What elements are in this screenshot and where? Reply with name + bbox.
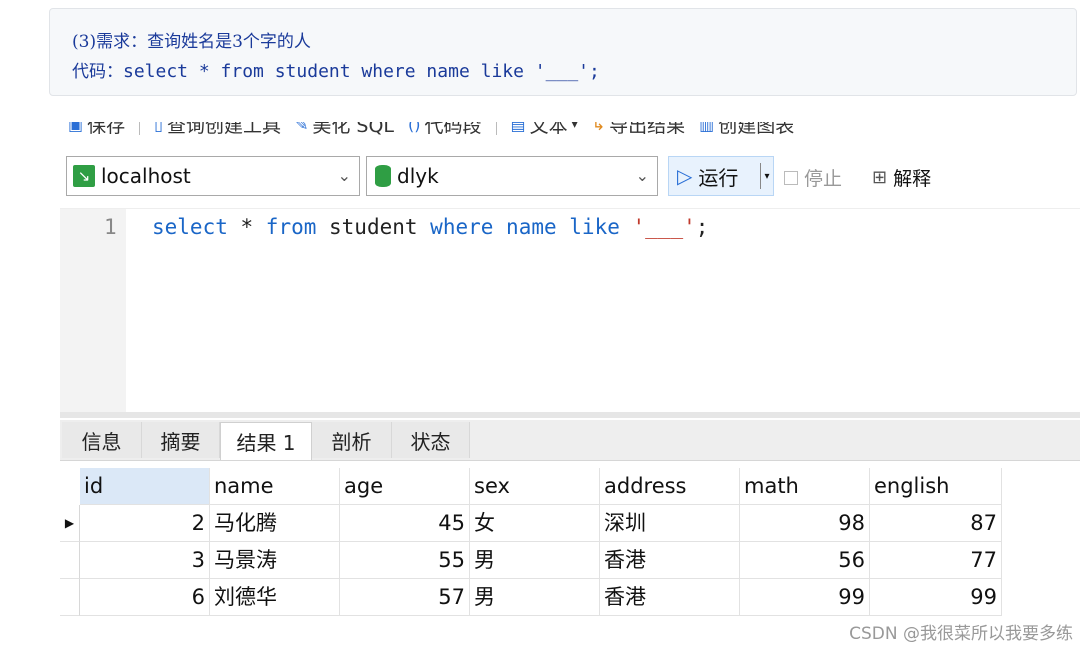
sql-token: '___' <box>632 215 696 239</box>
table-cell[interactable]: 香港 <box>600 542 740 579</box>
play-icon: ▷ <box>677 164 693 188</box>
table-cell[interactable]: 6 <box>80 579 210 616</box>
sql-token: from <box>265 215 317 239</box>
table-cell[interactable]: 刘德华 <box>210 579 340 616</box>
table-cell[interactable]: 57 <box>340 579 470 616</box>
connection-row: ↘ localhost ⌄ dlyk ⌄ ▷ 运行 ▾ 停止 ⊞ 解释 <box>60 156 1080 200</box>
column-header[interactable]: english <box>870 468 1002 505</box>
sql-editor[interactable]: 1 select * from student where name like … <box>60 208 1080 413</box>
row-indicator[interactable] <box>60 542 80 579</box>
column-header[interactable]: age <box>340 468 470 505</box>
document-icon: ▤ <box>510 122 526 134</box>
table-cell[interactable]: 女 <box>470 505 600 542</box>
code-text: select * from student where name like '_… <box>123 61 600 82</box>
tab-1[interactable]: 摘要 <box>142 422 220 458</box>
beautify-sql-button[interactable]: ✎ 美化 SQL <box>295 122 394 138</box>
explain-button[interactable]: ⊞ 解释 <box>872 164 931 191</box>
run-dropdown-button[interactable]: ▾ <box>760 163 773 189</box>
braces-icon: () <box>408 122 421 134</box>
stop-icon <box>784 170 798 185</box>
table-cell[interactable]: 99 <box>740 579 870 616</box>
connection-select[interactable]: ↘ localhost ⌄ <box>66 156 360 196</box>
sql-token: * <box>227 215 266 239</box>
chart-icon: ▥ <box>699 122 715 134</box>
editor-splitter[interactable] <box>60 412 1080 418</box>
chevron-down-icon: ⌄ <box>337 166 351 185</box>
sql-code-line[interactable]: select * from student where name like '_… <box>152 215 708 239</box>
table-cell[interactable]: 56 <box>740 542 870 579</box>
sql-token: like <box>569 215 620 239</box>
column-header[interactable]: address <box>600 468 740 505</box>
sql-token: student <box>316 215 431 239</box>
tab-2[interactable]: 结果 1 <box>220 422 312 460</box>
column-header[interactable]: sex <box>470 468 600 505</box>
table-cell[interactable]: 55 <box>340 542 470 579</box>
stop-button[interactable]: 停止 <box>784 164 842 191</box>
table-cell[interactable]: 99 <box>870 579 1002 616</box>
code-snippet-button[interactable]: () 代码段 <box>408 122 482 138</box>
table-cell[interactable]: 男 <box>470 579 600 616</box>
sql-token: select <box>152 215 228 239</box>
save-icon: ▣ <box>68 122 84 134</box>
watermark: CSDN @我很菜所以我要多练 <box>849 624 1073 644</box>
magic-wand-icon: ✎ <box>294 122 309 134</box>
code-label: 代码： <box>72 62 123 82</box>
sql-token: name <box>506 215 557 239</box>
code-note: (3)需求：查询姓名是3个字的人 代码：select * from studen… <box>49 8 1077 96</box>
chevron-down-icon: ⌄ <box>635 166 649 185</box>
code-line: 代码：select * from student where name like… <box>72 57 600 82</box>
row-indicator[interactable] <box>60 468 80 505</box>
table-cell[interactable]: 77 <box>870 542 1002 579</box>
run-button[interactable]: ▷ 运行 ▾ <box>668 156 774 196</box>
column-header[interactable]: math <box>740 468 870 505</box>
text-button[interactable]: ▤ 文本 ▾ <box>511 122 578 138</box>
connection-icon: ↘ <box>73 165 95 187</box>
column-header[interactable]: id <box>80 468 210 505</box>
database-select[interactable]: dlyk ⌄ <box>366 156 658 196</box>
toolbar: ▣ 保存 ▯ 查询创建工具 ✎ 美化 SQL () 代码段 ▤ 文本 ▾ ↳ 导出结果 ▥ 创建… <box>60 122 1080 138</box>
column-header[interactable]: name <box>210 468 340 505</box>
export-result-button[interactable]: ↳ 导出结果 <box>592 122 685 138</box>
tab-0[interactable]: 信息 <box>62 422 142 458</box>
row-indicator[interactable]: ▶ <box>60 505 80 542</box>
query-builder-button[interactable]: ▯ 查询创建工具 <box>154 122 281 138</box>
toolbar-separator <box>139 122 141 135</box>
create-chart-button[interactable]: ▥ 创建图表 <box>699 122 794 138</box>
table-cell[interactable]: 3 <box>80 542 210 579</box>
table-cell[interactable]: 香港 <box>600 579 740 616</box>
tab-3[interactable]: 剖析 <box>312 422 392 458</box>
save-button[interactable]: ▣ 保存 <box>68 122 125 138</box>
line-gutter <box>60 209 126 413</box>
table-cell[interactable]: 马景涛 <box>210 542 340 579</box>
table-cell[interactable]: 深圳 <box>600 505 740 542</box>
table-cell[interactable]: 男 <box>470 542 600 579</box>
tab-4[interactable]: 状态 <box>392 422 470 458</box>
table-cell[interactable]: 87 <box>870 505 1002 542</box>
table-cell[interactable]: 2 <box>80 505 210 542</box>
row-indicator[interactable] <box>60 579 80 616</box>
toolbar-separator <box>495 122 497 135</box>
database-icon <box>375 165 391 187</box>
export-icon: ↳ <box>591 122 606 134</box>
result-tabs: 信息 摘要 结果 1 剖析 状态 <box>60 420 1080 461</box>
table-cell[interactable]: 98 <box>740 505 870 542</box>
sql-token: ; <box>695 215 709 239</box>
query-window: ▣ 保存 ▯ 查询创建工具 ✎ 美化 SQL () 代码段 ▤ 文本 ▾ ↳ 导出结果 ▥ 创建… <box>60 122 1080 650</box>
query-builder-icon: ▯ <box>154 122 163 134</box>
requirement-text: (3)需求：查询姓名是3个字的人 <box>72 32 311 52</box>
line-number: 1 <box>104 215 117 239</box>
sql-token: where <box>430 215 494 239</box>
table-cell[interactable]: 马化腾 <box>210 505 340 542</box>
table-cell[interactable]: 45 <box>340 505 470 542</box>
chevron-down-icon: ▾ <box>571 122 578 131</box>
explain-icon: ⊞ <box>872 167 888 188</box>
